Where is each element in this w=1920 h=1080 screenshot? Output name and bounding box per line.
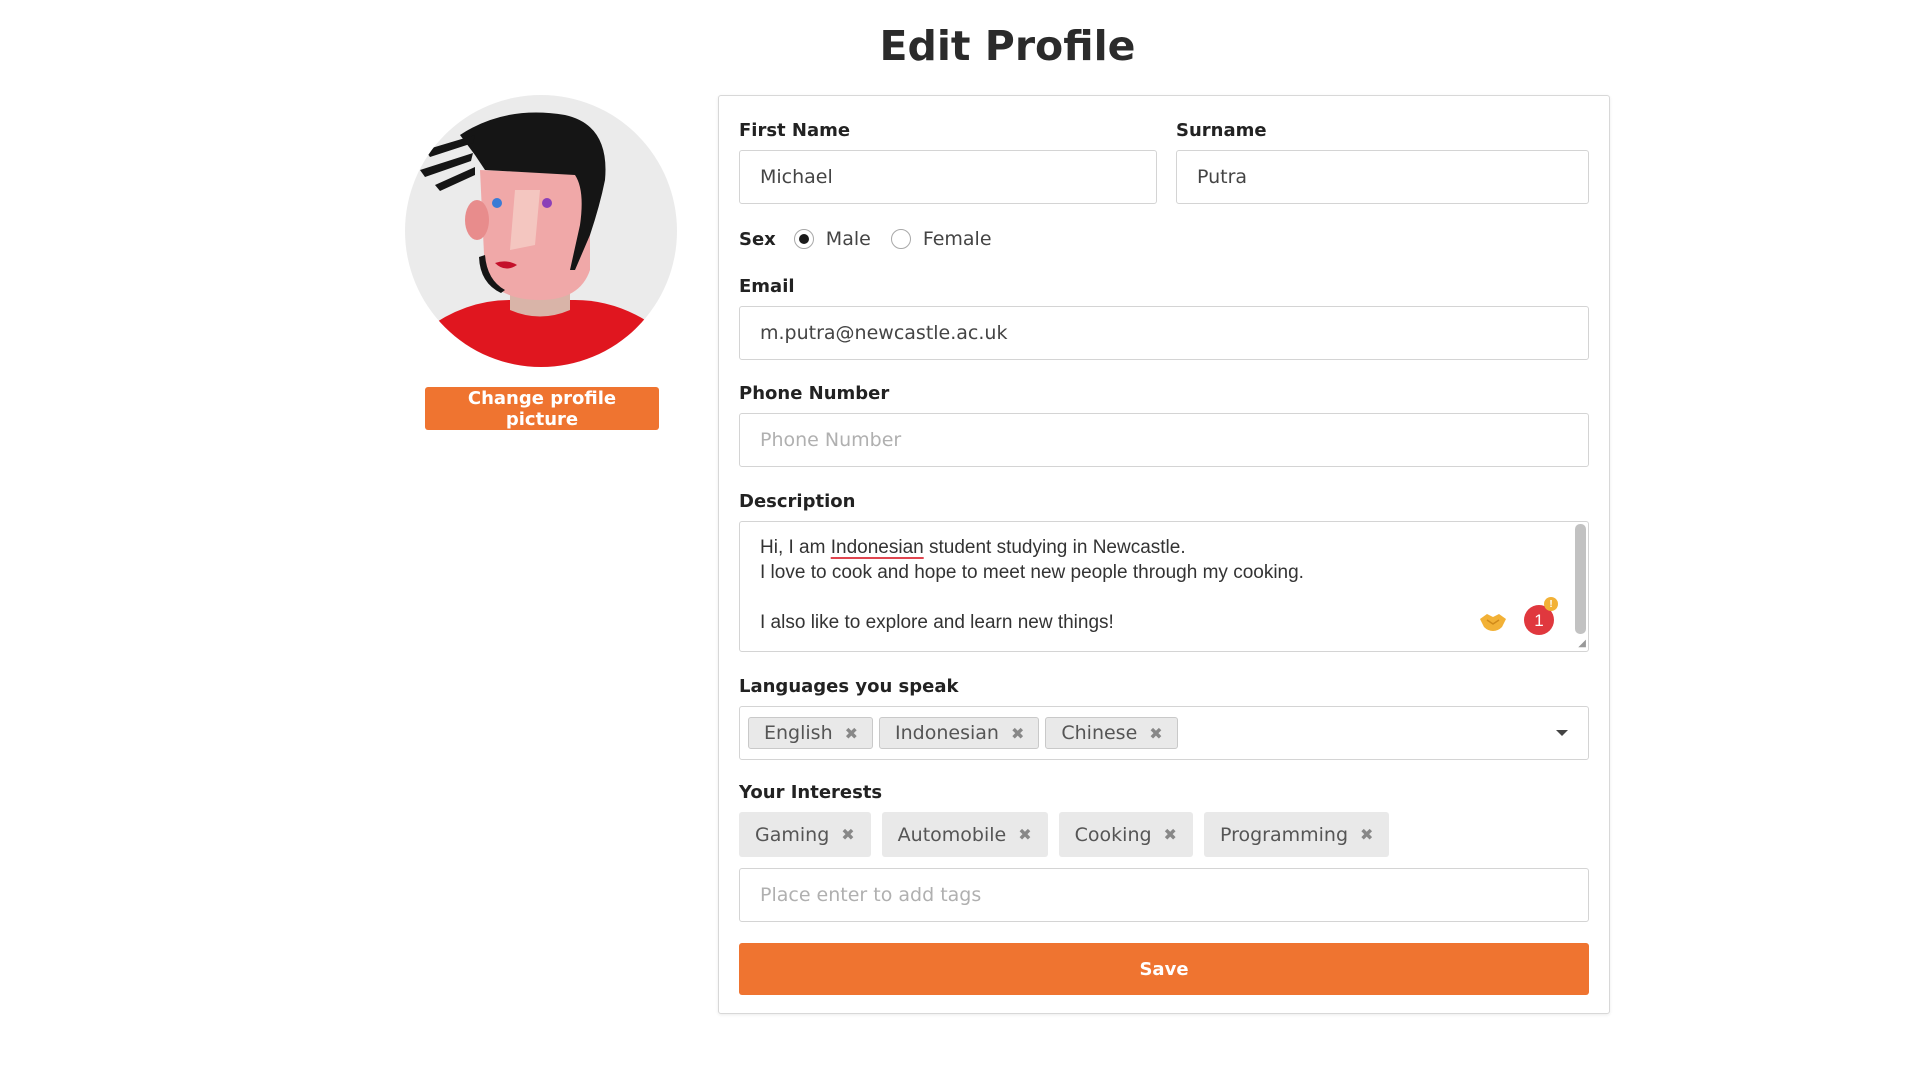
change-profile-picture-button[interactable]: Change profile picture (425, 387, 659, 430)
edit-profile-form: First Name Surname Sex Male Female Email… (718, 95, 1610, 1014)
avatar (405, 95, 677, 367)
radio-selected-dot (798, 234, 809, 244)
tag-label: Automobile (897, 823, 1007, 846)
interest-tag-automobile: Automobile ✖ (881, 812, 1048, 857)
description-line: I also like to explore and learn new thi… (760, 612, 1114, 633)
first-name-label: First Name (739, 120, 851, 141)
email-label: Email (739, 276, 795, 297)
remove-icon[interactable]: ✖ (841, 825, 854, 844)
female-radio-label[interactable]: Female (923, 228, 992, 250)
resize-grip-icon[interactable]: ◢ (1578, 639, 1586, 649)
description-label: Description (739, 491, 856, 512)
remove-icon[interactable]: ✖ (1149, 724, 1162, 743)
chip-label: Indonesian (895, 722, 999, 744)
language-chip-english: English ✖ (748, 717, 874, 749)
save-button[interactable]: Save (739, 943, 1589, 995)
tag-label: Programming (1219, 823, 1349, 846)
languages-label: Languages you speak (739, 676, 959, 697)
page-title: Edit Profile (879, 22, 1136, 70)
surname-label: Surname (1176, 120, 1267, 141)
first-name-input[interactable] (739, 150, 1157, 204)
interests-tag-input[interactable] (739, 868, 1589, 922)
interest-tag-gaming: Gaming ✖ (739, 812, 871, 857)
description-line: I love to cook and hope to meet new peop… (760, 562, 1304, 583)
surname-input[interactable] (1176, 150, 1589, 204)
interest-tag-programming: Programming ✖ (1203, 812, 1390, 857)
profile-picture-section: Change profile picture (405, 95, 677, 430)
handshake-icon[interactable] (1478, 611, 1508, 633)
chip-label: Chinese (1061, 722, 1138, 744)
languages-select[interactable]: English ✖ Indonesian ✖ Chinese ✖ (739, 706, 1589, 760)
remove-icon[interactable]: ✖ (1164, 825, 1177, 844)
alert-dot-icon: ! (1544, 597, 1558, 611)
remove-icon[interactable]: ✖ (1011, 724, 1024, 743)
interests-label: Your Interests (739, 782, 883, 803)
male-radio-label[interactable]: Male (826, 228, 871, 250)
male-radio[interactable] (793, 229, 814, 249)
sex-label: Sex (739, 228, 776, 250)
email-input[interactable] (739, 306, 1589, 360)
phone-input[interactable] (739, 413, 1589, 467)
tag-label: Gaming (755, 823, 830, 846)
tag-label: Cooking (1074, 823, 1152, 846)
female-radio[interactable] (890, 229, 911, 249)
misspelled-word: Indonesian (830, 537, 924, 558)
dropdown-caret-icon[interactable] (1556, 730, 1568, 736)
sex-radio-group: Sex Male Female (739, 224, 1012, 254)
phone-label: Phone Number (739, 383, 890, 404)
chip-label: English (764, 722, 833, 744)
description-textarea[interactable]: Hi, I am Indonesian student studying in … (739, 521, 1589, 652)
remove-icon[interactable]: ✖ (1018, 825, 1031, 844)
description-line: Hi, I am Indonesian student studying in … (760, 537, 1186, 558)
interest-tag-cooking: Cooking ✖ (1058, 812, 1193, 857)
avatar-illustration (420, 112, 660, 367)
textarea-scrollbar[interactable] (1575, 524, 1586, 634)
interest-tags: Gaming ✖ Automobile ✖ Cooking ✖ Programming… (739, 812, 1400, 857)
language-chip-chinese: Chinese ✖ (1045, 717, 1178, 749)
language-chip-indonesian: Indonesian ✖ (879, 717, 1040, 749)
remove-icon[interactable]: ✖ (1360, 825, 1373, 844)
description-line (760, 585, 1568, 610)
remove-icon[interactable]: ✖ (845, 724, 858, 743)
